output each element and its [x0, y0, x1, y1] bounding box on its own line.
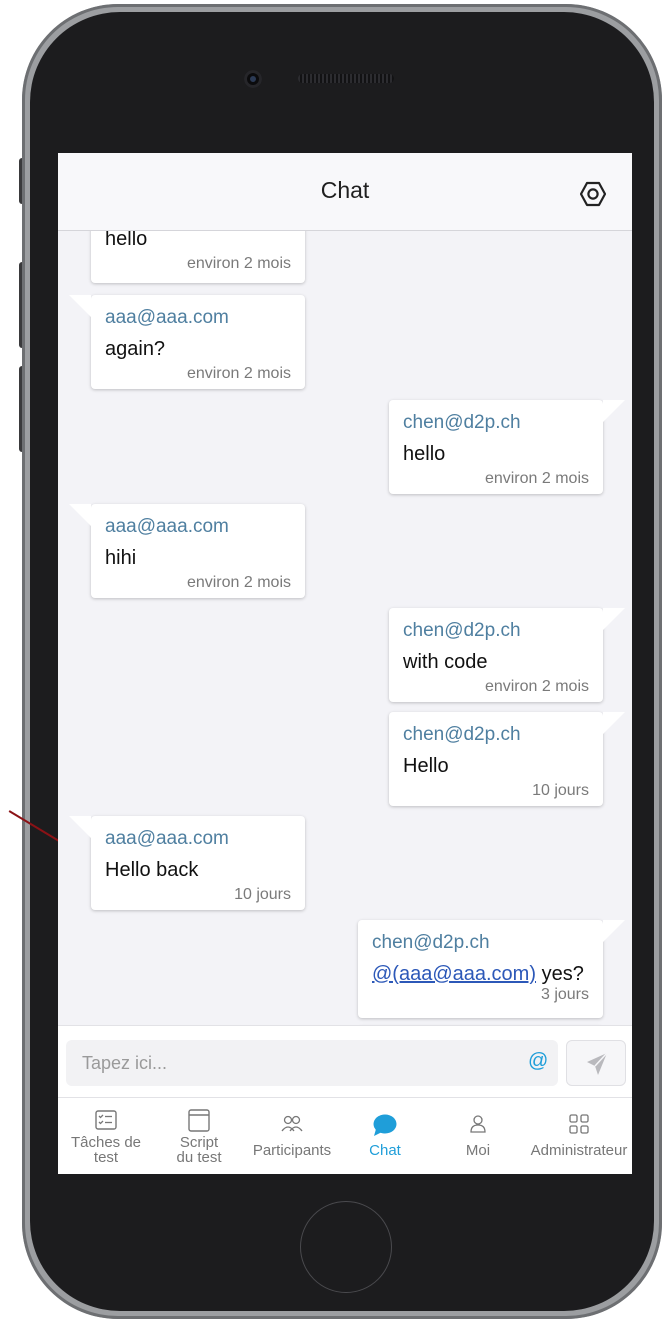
message-sender[interactable]: chen@d2p.ch [403, 412, 589, 434]
message-bubble: aaa@aaa.com hihi environ 2 mois [69, 504, 305, 598]
chat-bubble-icon [373, 1114, 397, 1136]
message-text: hello [403, 443, 446, 465]
message-sender[interactable]: chen@d2p.ch [403, 724, 589, 746]
calendar-icon [188, 1109, 210, 1132]
message-text-body: yes? [541, 963, 584, 985]
chat-header: Chat [58, 153, 632, 231]
message-bubble: chen@d2p.ch with code environ 2 mois [389, 608, 625, 702]
message-sender[interactable]: chen@d2p.ch [372, 932, 589, 954]
tab-label: Chat [369, 1142, 401, 1159]
send-button[interactable] [566, 1040, 626, 1086]
mention-button[interactable]: @ [528, 1050, 548, 1073]
tab-label: Script du test [176, 1134, 222, 1166]
message-time: 3 jours [540, 986, 589, 1003]
message-text: again? [105, 338, 166, 360]
message-time: environ 2 mois [484, 678, 589, 695]
settings-hexagon-icon[interactable] [579, 181, 607, 207]
home-button[interactable] [300, 1201, 392, 1293]
send-paper-plane-icon [587, 1052, 608, 1075]
message-time: environ 2 mois [186, 574, 291, 591]
message-bubble: aaa@aaa.com again? environ 2 mois [69, 295, 305, 389]
message-time: environ 2 mois [484, 470, 589, 487]
message-bubble: chen@d2p.ch @(aaa@aaa.com) yes? 3 jours [358, 920, 625, 1018]
message-text: Hello back [105, 859, 199, 881]
tab-label: Tâches de test [70, 1134, 142, 1166]
bottom-tab-bar: Tâches de test Script du test Participan… [58, 1097, 632, 1174]
message-input-bar: @ [58, 1025, 632, 1098]
app-screen: Chat hello environ 2 mois aaa@aaa.com ag… [58, 153, 632, 1174]
message-text: hello [105, 231, 148, 250]
message-time: 10 jours [532, 782, 589, 799]
message-sender[interactable]: aaa@aaa.com [105, 307, 291, 329]
tab-label: Moi [465, 1142, 491, 1159]
mention-link[interactable]: @(aaa@aaa.com) [372, 963, 536, 985]
user-icon [470, 1115, 486, 1133]
message-list[interactable]: hello environ 2 mois aaa@aaa.com again? … [58, 231, 632, 1103]
message-text: with code [403, 651, 488, 673]
earpiece-speaker [298, 74, 394, 83]
message-bubble: hello environ 2 mois [91, 231, 305, 283]
tab-chat[interactable]: Chat [340, 1098, 430, 1174]
grid-icon [569, 1114, 589, 1134]
tab-taches-de-test[interactable]: Tâches de test [58, 1098, 154, 1174]
message-sender[interactable]: aaa@aaa.com [105, 516, 291, 538]
tab-script-du-test[interactable]: Script du test [154, 1098, 244, 1174]
tab-label: Participants [252, 1142, 332, 1159]
message-time: environ 2 mois [186, 255, 291, 272]
message-time: 10 jours [234, 886, 291, 903]
message-time: environ 2 mois [186, 365, 291, 382]
message-bubble: chen@d2p.ch hello environ 2 mois [389, 400, 625, 494]
message-text: Hello [403, 755, 449, 777]
message-sender[interactable]: chen@d2p.ch [403, 620, 589, 642]
participants-icon [281, 1115, 303, 1132]
message-bubble: chen@d2p.ch Hello 10 jours [389, 712, 625, 806]
tab-participants[interactable]: Participants [244, 1098, 340, 1174]
tab-label: Administrateur [530, 1142, 628, 1159]
message-bubble: aaa@aaa.com Hello back 10 jours [69, 816, 305, 910]
tab-moi[interactable]: Moi [430, 1098, 526, 1174]
front-camera [244, 70, 262, 88]
chat-message-input[interactable] [66, 1040, 558, 1086]
message-text: hihi [105, 547, 137, 569]
task-list-icon [95, 1110, 117, 1130]
message-text: @(aaa@aaa.com) yes? [372, 962, 589, 986]
tab-administrateur[interactable]: Administrateur [526, 1098, 632, 1174]
message-sender[interactable]: aaa@aaa.com [105, 828, 291, 850]
page-title: Chat [320, 177, 370, 203]
